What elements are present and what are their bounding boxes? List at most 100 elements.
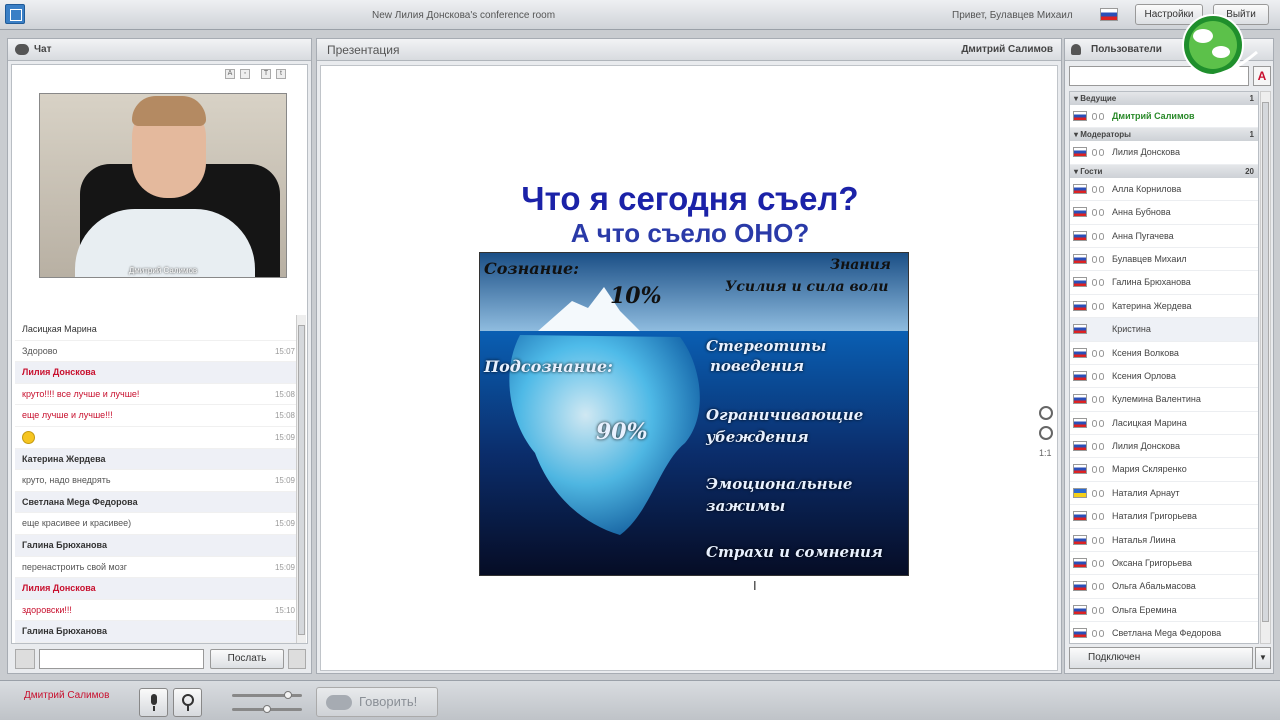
user-scrollbar[interactable] xyxy=(1260,91,1271,644)
chat-message: круто!!!! все лучше и лучше! 15:08 xyxy=(15,384,301,406)
send-button[interactable]: Послать xyxy=(210,649,284,669)
emoticon-icon[interactable] xyxy=(15,649,35,669)
webcam-icon xyxy=(1099,209,1104,217)
microphone-button[interactable] xyxy=(139,688,168,717)
chat-input[interactable] xyxy=(39,649,204,669)
user-row[interactable]: Ласицкая Марина xyxy=(1070,412,1258,436)
webcam-icon xyxy=(1099,489,1104,497)
slide-area: Что я сегодня съел? А что съело ОНО? Соз… xyxy=(320,65,1058,671)
chat-message: здоровски!!! 15:10 xyxy=(15,600,301,622)
chat-scrollbar[interactable] xyxy=(296,315,306,643)
user-name: Кулемина Валентина xyxy=(1112,394,1201,405)
video-settings-icon[interactable]: ◦ xyxy=(240,69,250,79)
user-group-header[interactable]: ▾ Модераторы 1 xyxy=(1070,128,1258,142)
user-row[interactable]: Наталия Арнаут xyxy=(1070,482,1258,506)
user-name: Дмитрий Салимов xyxy=(1112,111,1195,121)
user-row[interactable]: Светлана Mega Федорова xyxy=(1070,622,1258,643)
country-flag-icon xyxy=(1073,464,1087,475)
microphone-icon xyxy=(1092,232,1097,240)
presentation-title: Презентация xyxy=(327,43,400,57)
user-row[interactable]: Анна Пугачева xyxy=(1070,225,1258,248)
presenter-name: Дмитрий Салимов xyxy=(961,44,1053,55)
user-row[interactable]: Кристина xyxy=(1070,318,1258,342)
country-flag-icon xyxy=(1073,347,1087,358)
user-list: ▾ Ведущие 1 Дмитрий Салимов ▾ Модераторы 1 Ли… xyxy=(1069,91,1259,644)
iceberg-effort: Усилия и сила воли xyxy=(725,279,889,295)
user-name: Ксения Орлова xyxy=(1112,370,1176,381)
zoom-out-icon[interactable] xyxy=(1039,426,1053,440)
user-row[interactable]: Мария Скляренко xyxy=(1070,458,1258,482)
mic-level-slider[interactable] xyxy=(232,705,302,713)
volume-knob[interactable] xyxy=(284,691,292,699)
user-row[interactable]: Кулемина Валентина xyxy=(1070,388,1258,412)
country-flag-icon xyxy=(1073,230,1087,241)
chat-message: скорее ответы15:12 xyxy=(15,643,301,644)
chat-options-icon[interactable] xyxy=(288,649,306,669)
message-time: 15:09 xyxy=(274,432,295,442)
microphone-icon xyxy=(1092,606,1097,614)
talk-button[interactable]: Говорить! xyxy=(316,687,438,717)
user-row[interactable]: Наталья Лиина xyxy=(1070,529,1258,553)
iceberg-percent-bottom: 90% xyxy=(596,419,648,445)
group-label: Модераторы xyxy=(1080,130,1131,140)
user-row[interactable]: Алла Корнилова xyxy=(1070,178,1258,202)
font-size-small-icon[interactable]: t xyxy=(276,69,286,79)
slide-subtitle: А что съело ОНО? xyxy=(570,218,810,248)
user-row[interactable]: Ксения Волкова xyxy=(1070,342,1258,365)
country-flag-icon xyxy=(1073,511,1087,522)
user-row[interactable]: Анна Бубнова xyxy=(1070,201,1258,225)
microphone-icon xyxy=(1092,583,1097,591)
video-mute-icon[interactable]: A xyxy=(225,69,235,79)
message-author: Галина Брюханова xyxy=(22,539,107,550)
user-name: Анна Пугачева xyxy=(1112,230,1174,241)
user-group-header[interactable]: ▾ Гости 20 xyxy=(1070,164,1258,178)
iceberg-behavior: поведения xyxy=(710,357,805,375)
user-row[interactable]: Дмитрий Салимов xyxy=(1070,105,1258,129)
presentation-panel: Презентация Дмитрий Салимов Что я сегодн… xyxy=(316,38,1062,674)
webcam-icon xyxy=(1099,606,1104,614)
user-group-header[interactable]: ▾ Ведущие 1 xyxy=(1070,92,1258,105)
user-row[interactable]: Лилия Донскова xyxy=(1070,141,1258,165)
webcam-icon xyxy=(1099,443,1104,451)
webcam-icon xyxy=(1099,372,1104,380)
user-row[interactable]: Катерина Жердева xyxy=(1070,295,1258,319)
slide-title: Что я сегодня съел? xyxy=(521,180,859,217)
user-row[interactable]: Оксана Григорьева xyxy=(1070,552,1258,576)
user-name: Лилия Донскова xyxy=(1112,147,1180,158)
person-hair xyxy=(132,96,206,126)
user-row[interactable]: Галина Брюханова xyxy=(1070,271,1258,295)
message-time: 15:08 xyxy=(274,411,295,421)
country-flag-icon xyxy=(1073,370,1087,381)
country-flag-icon xyxy=(1073,207,1087,218)
webcam-icon xyxy=(1099,396,1104,404)
watermark-logo xyxy=(1163,12,1263,86)
message-time: 15:07 xyxy=(274,346,295,356)
volume-slider[interactable] xyxy=(232,691,302,699)
zoom-in-icon[interactable] xyxy=(1039,406,1053,420)
chat-message: Катерина Жердева xyxy=(15,448,301,471)
room-title: New Лилия Донскова's conference room xyxy=(372,10,556,21)
chat-message: круто, надо внедрять 15:09 xyxy=(15,470,301,492)
chat-message: Ласицкая Марина xyxy=(15,319,301,341)
user-row[interactable]: Наталия Григорьева xyxy=(1070,505,1258,529)
group-label: Ведущие xyxy=(1080,94,1117,103)
user-row[interactable]: Ольга Еремина xyxy=(1070,599,1258,623)
status-select[interactable]: Подключен xyxy=(1069,647,1253,669)
user-row[interactable]: Ксения Орлова xyxy=(1070,365,1258,389)
self-name: Дмитрий Салимов xyxy=(24,690,110,701)
country-flag-icon xyxy=(1073,111,1087,121)
microphone-icon xyxy=(1092,630,1097,638)
camera-button[interactable] xyxy=(173,688,202,717)
microphone-icon xyxy=(1092,372,1097,380)
mic-level-knob[interactable] xyxy=(263,705,271,713)
user-row[interactable]: Лилия Донскова xyxy=(1070,435,1258,459)
message-author: Катерина Жердева xyxy=(22,453,106,464)
webcam-icon xyxy=(1099,113,1104,120)
user-row[interactable]: Ольга Абальмасова xyxy=(1070,575,1258,599)
chevron-down-icon[interactable]: ▼ xyxy=(1255,647,1271,669)
font-size-icon[interactable]: T xyxy=(261,69,271,79)
country-flag-icon xyxy=(1073,604,1087,615)
zoom-reset-button[interactable]: 1:1 xyxy=(1039,448,1052,458)
language-flag-icon[interactable] xyxy=(1100,8,1118,21)
user-row[interactable]: Булавцев Михаил xyxy=(1070,248,1258,272)
